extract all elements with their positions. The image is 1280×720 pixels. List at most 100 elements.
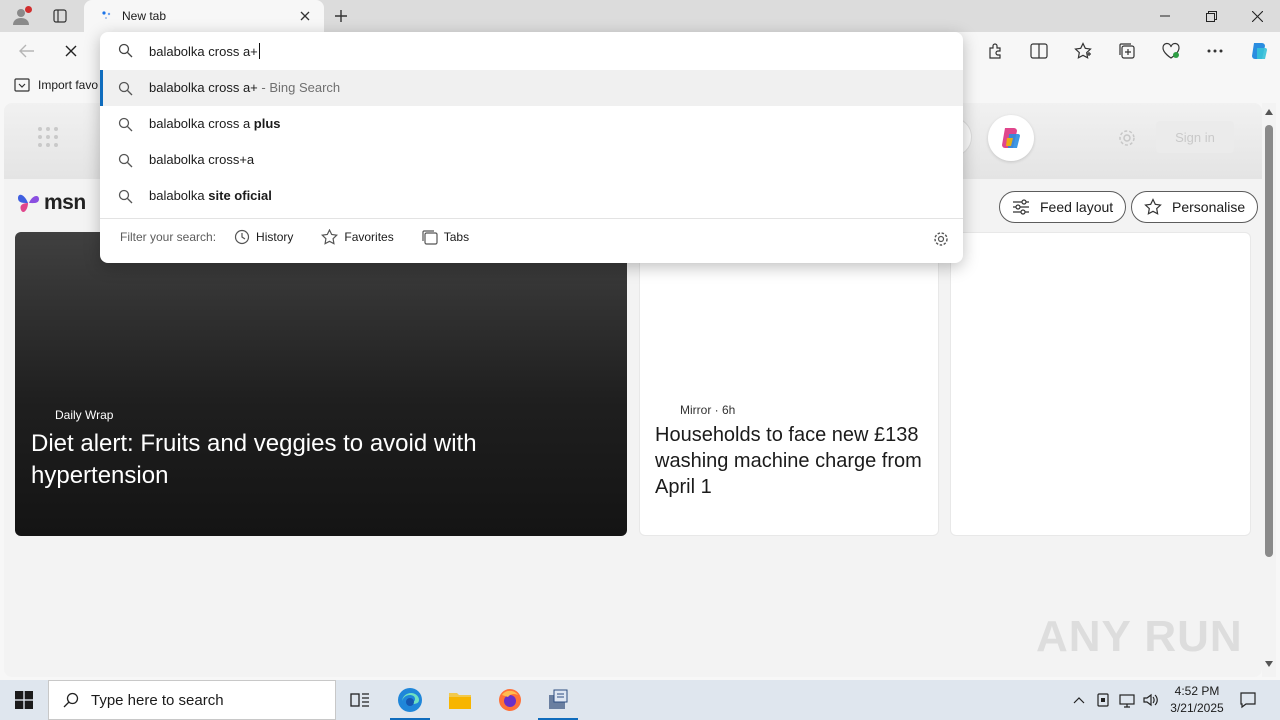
feed-layout-label: Feed layout <box>1040 199 1114 215</box>
feed-layout-button[interactable]: Feed layout <box>999 191 1127 223</box>
suggestion-item[interactable]: balabolka cross a plus <box>100 106 963 142</box>
address-input[interactable]: balabolka cross a+ <box>149 43 260 59</box>
stop-loading-icon[interactable] <box>56 37 86 65</box>
apps-launcher-icon[interactable] <box>38 127 58 147</box>
filter-label: Filter your search: <box>120 230 217 244</box>
title-bar: New tab <box>0 0 1280 32</box>
tab-new-tab[interactable]: New tab <box>84 0 324 32</box>
search-settings-gear-icon[interactable] <box>933 231 949 252</box>
card-source: Mirror · 6h <box>680 403 736 417</box>
taskbar-search-placeholder: Type here to search <box>91 691 224 709</box>
scroll-thumb[interactable] <box>1265 125 1273 557</box>
sparkle-star-icon <box>1144 198 1162 215</box>
filter-favorites-label: Favorites <box>344 230 394 244</box>
page-settings-gear-icon[interactable] <box>1114 125 1140 151</box>
sign-in-button[interactable]: Sign in <box>1156 121 1234 153</box>
filter-tabs-button[interactable]: Tabs <box>422 229 470 245</box>
firefox-icon[interactable] <box>486 680 534 720</box>
tab-title: New tab <box>122 9 167 23</box>
msn-logo-text: msn <box>44 191 86 214</box>
address-bar-dropdown: balabolka cross a+ balabolka cross a+ - … <box>100 32 963 263</box>
close-tab-icon[interactable] <box>296 7 314 25</box>
notifications-icon[interactable] <box>1236 680 1260 720</box>
new-tab-plus-icon[interactable] <box>330 4 352 28</box>
text-caret <box>258 43 260 59</box>
clock-date: 3/21/2025 <box>1170 701 1224 715</box>
search-icon <box>118 189 133 207</box>
favorites-star-icon[interactable] <box>1068 36 1098 66</box>
volume-icon[interactable] <box>1140 680 1162 720</box>
suggestion-text: balabolka cross a <box>149 116 254 131</box>
scroll-up-icon[interactable] <box>1265 109 1273 115</box>
installer-app-icon[interactable] <box>534 680 582 720</box>
personalise-button[interactable]: Personalise <box>1131 191 1259 223</box>
edge-taskbar-icon[interactable] <box>386 680 434 720</box>
suggestion-text: balabolka cross a+ <box>149 80 258 95</box>
history-icon <box>234 229 250 245</box>
taskbar: Type here to search 4:52 PM 3/21/2025 <box>0 680 1280 720</box>
copilot-icon[interactable] <box>1244 36 1274 66</box>
import-icon <box>14 78 30 92</box>
search-icon <box>118 153 133 171</box>
star-icon <box>321 229 339 245</box>
task-view-icon[interactable] <box>336 680 384 720</box>
new-tab-favicon-icon <box>100 9 114 23</box>
watermark-logo: ANY RUN <box>1036 612 1243 661</box>
address-input-value: balabolka cross a+ <box>149 43 258 59</box>
personalise-label: Personalise <box>1172 199 1246 215</box>
split-screen-icon[interactable] <box>1024 36 1054 66</box>
search-filter-row: Filter your search: History Favorites Ta… <box>120 229 497 245</box>
card-source: Daily Wrap <box>55 408 114 422</box>
filter-history-label: History <box>256 230 294 244</box>
suggestion-bold-text: site oficial <box>208 188 272 203</box>
search-icon <box>118 81 133 99</box>
extensions-icon[interactable] <box>980 36 1010 66</box>
restore-icon[interactable] <box>1188 0 1234 32</box>
close-window-icon[interactable] <box>1234 0 1280 32</box>
address-bar[interactable]: balabolka cross a+ <box>100 32 963 70</box>
taskbar-clock[interactable]: 4:52 PM 3/21/2025 <box>1160 683 1234 717</box>
copilot-header-icon[interactable] <box>988 115 1034 161</box>
windows-start-icon[interactable] <box>0 680 48 720</box>
suggestion-bold-text: plus <box>253 116 281 131</box>
search-icon <box>63 692 79 708</box>
collections-icon[interactable] <box>1112 36 1142 66</box>
page-scrollbar[interactable] <box>1262 103 1276 677</box>
suggestion-item[interactable]: balabolka site oficial <box>100 178 963 214</box>
device-icon[interactable] <box>1092 680 1114 720</box>
profile-icon[interactable] <box>8 4 34 28</box>
browser-essentials-icon[interactable] <box>1156 36 1186 66</box>
filter-history-button[interactable]: History <box>234 229 293 245</box>
news-card-secondary[interactable]: Mirror · 6h Households to face new £138 … <box>639 232 939 536</box>
suggestion-item[interactable]: balabolka cross a+ - Bing Search <box>100 70 963 106</box>
file-explorer-icon[interactable] <box>436 680 484 720</box>
import-favorites-button[interactable]: Import favo <box>14 78 98 92</box>
news-card-main[interactable]: Daily Wrap Diet alert: Fruits and veggie… <box>15 232 627 536</box>
dropdown-divider <box>100 218 963 219</box>
msn-logo[interactable]: msn <box>16 191 86 215</box>
tab-actions-icon[interactable] <box>46 4 74 28</box>
search-icon <box>118 43 133 63</box>
show-hidden-icons-chevron-icon[interactable] <box>1068 680 1090 720</box>
suggestion-text: balabolka cross+a <box>149 152 255 167</box>
filter-tabs-label: Tabs <box>443 230 470 244</box>
suggestion-suffix: - Bing Search <box>257 80 341 95</box>
tabs-icon <box>422 229 438 245</box>
import-favorites-label: Import favo <box>38 78 99 92</box>
news-card-placeholder[interactable] <box>950 232 1251 536</box>
back-icon[interactable] <box>12 37 42 65</box>
network-icon[interactable] <box>1116 680 1138 720</box>
card-headline[interactable]: Households to face new £138 washing mach… <box>655 422 935 500</box>
minimize-icon[interactable] <box>1142 0 1188 32</box>
filter-favorites-button[interactable]: Favorites <box>321 229 394 245</box>
more-options-icon[interactable] <box>1200 36 1230 66</box>
taskbar-search-box[interactable]: Type here to search <box>48 680 336 720</box>
clock-time: 4:52 PM <box>1174 684 1220 698</box>
scroll-down-icon[interactable] <box>1265 661 1273 667</box>
suggestion-item[interactable]: balabolka cross+a <box>100 142 963 178</box>
suggestion-text: balabolka <box>149 188 209 203</box>
sliders-icon <box>1013 199 1029 215</box>
card-headline[interactable]: Diet alert: Fruits and veggies to avoid … <box>31 428 551 492</box>
msn-butterfly-icon <box>18 194 39 213</box>
search-icon <box>118 117 133 135</box>
